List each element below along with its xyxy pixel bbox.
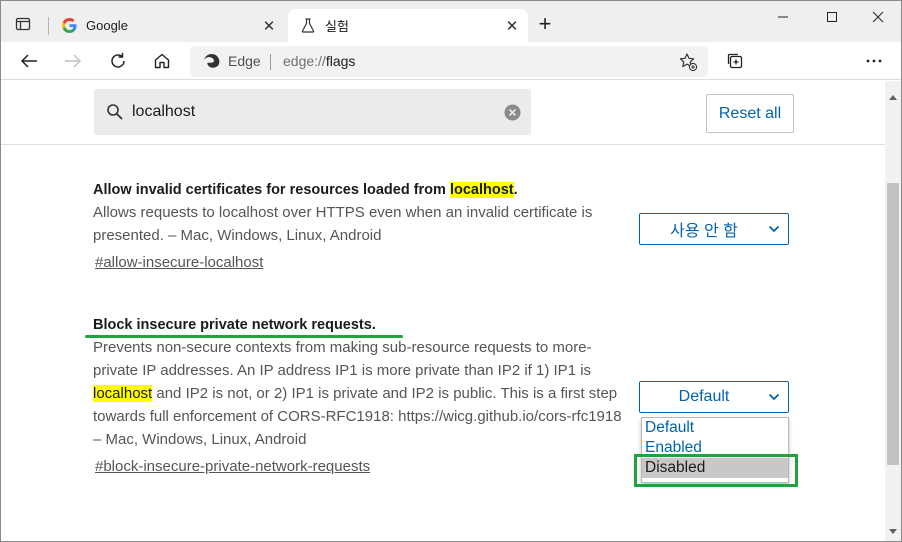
edge-logo-icon (203, 53, 220, 70)
close-tab-icon[interactable]: ✕ (502, 16, 522, 36)
google-favicon-icon (61, 18, 77, 34)
flag-state-select[interactable]: Default (639, 381, 789, 413)
search-highlight: localhost (93, 385, 153, 402)
search-icon (106, 103, 124, 121)
selected-value: Default (678, 388, 730, 405)
refresh-button[interactable] (105, 49, 131, 73)
omnibox-divider (270, 54, 271, 70)
site-label: Edge (228, 53, 261, 69)
flag-description: Prevents non-secure contexts from making… (93, 339, 622, 448)
flags-search-header: Reset all (1, 81, 885, 145)
flag-permalink[interactable]: #allow-insecure-localhost (93, 253, 633, 273)
close-tab-icon[interactable]: ✕ (259, 16, 279, 36)
search-box (94, 89, 531, 135)
scrollbar-thumb[interactable] (887, 183, 899, 465)
flag-title: Block insecure private network requests. (93, 317, 376, 333)
url-text[interactable]: edge://flags (283, 53, 355, 69)
flag-allow-insecure-localhost: Allow invalid certificates for resources… (93, 180, 633, 273)
tab-google[interactable]: Google ✕ (49, 9, 285, 42)
flag-permalink[interactable]: #block-insecure-private-network-requests (93, 457, 633, 477)
scroll-up-arrow-icon[interactable] (889, 87, 897, 105)
navigation-toolbar: Edge edge://flags (1, 42, 901, 80)
clear-search-icon[interactable] (504, 104, 521, 121)
browser-window: Google ✕ 실험 ✕ + Edge edge://flags localh… (0, 0, 902, 542)
tab-flags[interactable]: 실험 ✕ (288, 9, 528, 42)
tab-strip: Google ✕ 실험 ✕ + (1, 1, 901, 42)
chevron-down-icon (768, 225, 782, 233)
search-highlight: localhost (449, 182, 514, 198)
home-button[interactable] (149, 49, 175, 73)
flask-icon (300, 18, 316, 34)
minimize-button[interactable] (760, 5, 806, 29)
scroll-down-arrow-icon[interactable] (889, 521, 897, 539)
back-button[interactable] (16, 49, 42, 73)
flags-page: Reset all Allow invalid certificates for… (1, 81, 885, 541)
collections-button[interactable] (722, 49, 748, 73)
tab-title: 실험 (325, 19, 349, 34)
tab-title: Google (86, 18, 128, 33)
page-scrollbar[interactable] (885, 81, 901, 541)
flag-block-insecure-private-network-requests: Block insecure private network requests.… (93, 315, 633, 477)
annotation-underline (85, 335, 403, 338)
tab-actions-icon[interactable] (15, 16, 31, 32)
new-tab-button[interactable]: + (534, 13, 556, 36)
annotation-highlight-box (634, 454, 798, 487)
add-favorite-icon[interactable] (678, 52, 698, 72)
maximize-button[interactable] (809, 5, 855, 29)
more-menu-icon[interactable] (861, 49, 887, 73)
search-input[interactable] (132, 101, 492, 123)
flag-title: Allow invalid certificates for resources… (93, 182, 518, 198)
chevron-down-icon (768, 393, 782, 401)
option-default[interactable]: Default (642, 418, 788, 438)
close-window-button[interactable] (855, 5, 901, 29)
reset-all-button[interactable]: Reset all (706, 94, 794, 133)
forward-button[interactable] (60, 49, 86, 73)
address-bar[interactable]: Edge edge://flags (190, 46, 708, 77)
flag-state-select[interactable]: 사용 안 함 (639, 213, 789, 245)
flag-description: Allows requests to localhost over HTTPS … (93, 204, 593, 244)
selected-value: 사용 안 함 (670, 223, 738, 240)
